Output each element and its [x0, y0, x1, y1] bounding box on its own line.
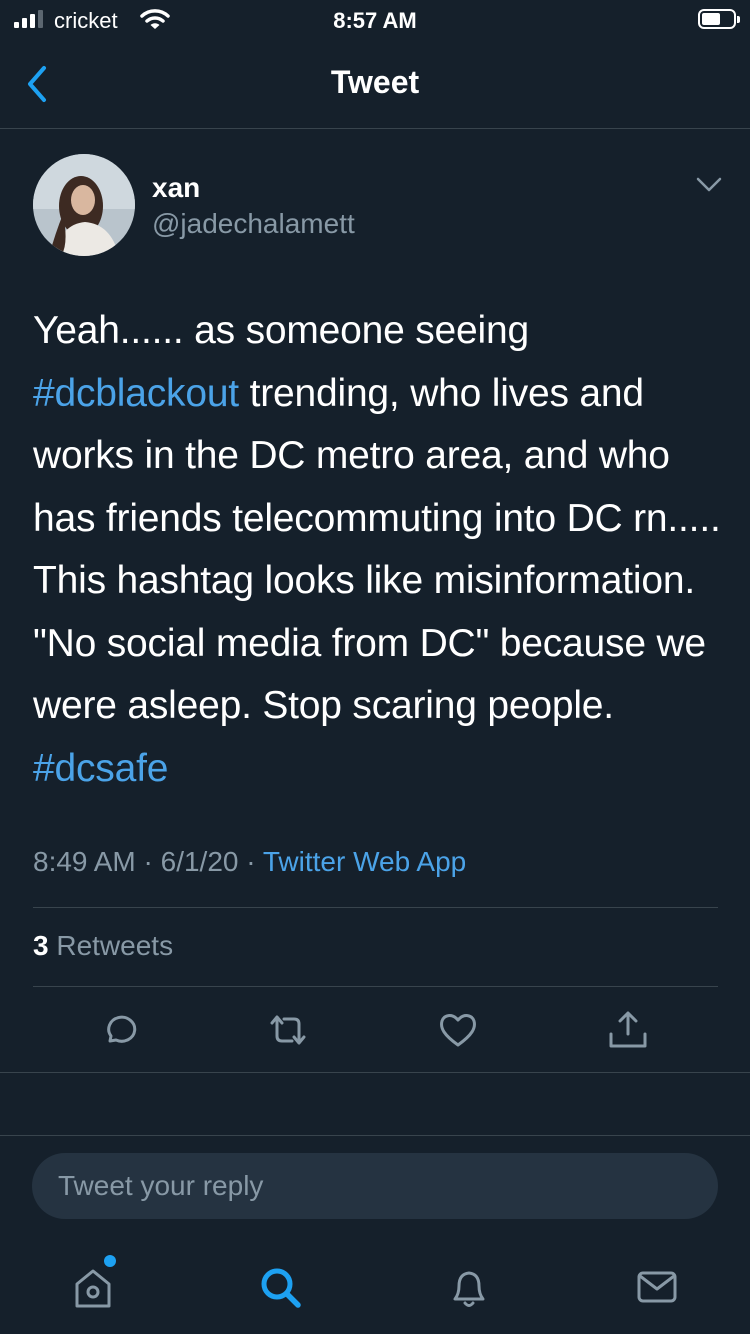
home-icon[interactable]	[68, 1262, 118, 1312]
page-title: Tweet	[330, 64, 420, 100]
divider	[0, 1135, 750, 1136]
share-icon[interactable]	[606, 1008, 650, 1052]
reply-compose-box	[32, 1153, 718, 1219]
divider	[33, 907, 718, 908]
navigation-bar: Tweet	[0, 40, 750, 129]
meta-separator: ·	[238, 846, 263, 877]
chevron-down-icon[interactable]	[695, 175, 723, 195]
tweet-time: 8:49 AM	[33, 846, 136, 877]
retweet-count: 3	[33, 930, 49, 961]
tweet-text-part: trending, who lives and works in the DC …	[33, 371, 721, 728]
divider	[33, 986, 718, 987]
tweet-source-link[interactable]: Twitter Web App	[263, 846, 466, 877]
retweet-stats[interactable]: 3 Retweets	[33, 930, 173, 962]
hashtag-link[interactable]: #dcblackout	[33, 372, 239, 415]
meta-separator: ·	[135, 846, 161, 877]
tweet-meta: 8:49 AM · 6/1/20 · Twitter Web App	[33, 846, 466, 878]
search-icon[interactable]	[256, 1262, 306, 1312]
hashtag-link[interactable]: #dcsafe	[33, 747, 168, 790]
tab-bar	[0, 1240, 750, 1334]
divider	[0, 1072, 750, 1073]
home-notification-dot	[104, 1255, 116, 1267]
battery-icon	[698, 9, 740, 29]
tweet-text-part: Yeah...... as someone seeing	[33, 309, 529, 352]
reply-input[interactable]	[32, 1153, 718, 1219]
avatar-photo-icon	[33, 154, 135, 256]
retweet-icon[interactable]	[266, 1008, 310, 1052]
avatar[interactable]	[33, 154, 135, 256]
status-time: 8:57 AM	[333, 8, 417, 33]
status-bar: cricket 8:57 AM	[0, 0, 750, 40]
author-display-name[interactable]: xan	[152, 172, 200, 204]
notifications-icon[interactable]	[444, 1262, 494, 1312]
like-icon[interactable]	[436, 1008, 480, 1052]
messages-icon[interactable]	[632, 1262, 682, 1312]
author-handle[interactable]: @jadechalamett	[152, 208, 355, 240]
reply-icon[interactable]	[96, 1008, 140, 1052]
tweet-actions	[0, 1008, 750, 1058]
retweet-label: Retweets	[48, 930, 174, 961]
tweet-date: 6/1/20	[160, 846, 239, 877]
tweet-body: Yeah...... as someone seeing #dcblackout…	[33, 300, 723, 800]
